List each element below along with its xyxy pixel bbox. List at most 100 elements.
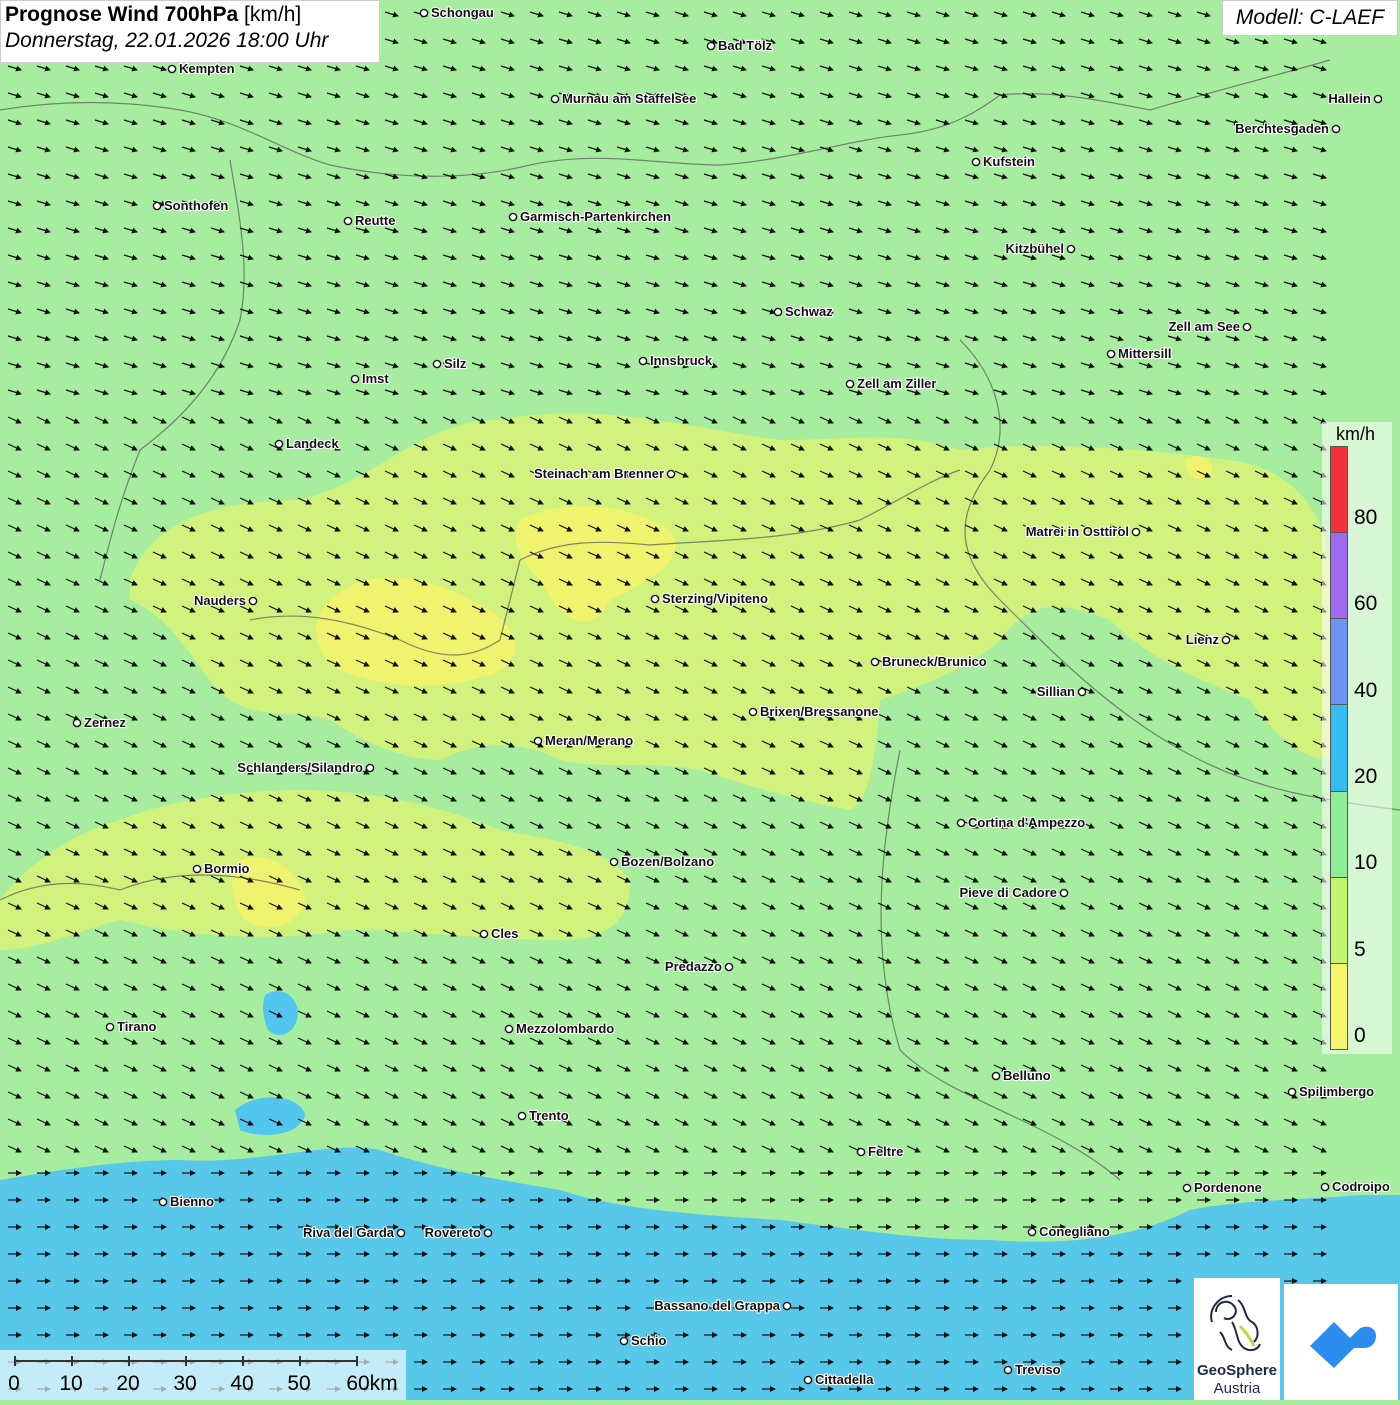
city-marker[interactable]: Codroipo	[1320, 1178, 1391, 1195]
city-dot	[870, 657, 880, 667]
city-marker[interactable]: Brixen/Bressanone	[748, 703, 880, 720]
city-dot	[1106, 349, 1116, 359]
city-dot	[638, 356, 648, 366]
city-marker[interactable]: Mezzolombardo	[504, 1020, 615, 1037]
city-label: Hallein	[1328, 91, 1371, 106]
city-marker[interactable]: Pieve di Cadore	[958, 884, 1069, 901]
city-label: Pieve di Cadore	[959, 885, 1057, 900]
city-label: Spilimbergo	[1299, 1084, 1374, 1099]
city-marker[interactable]: Conegliano	[1027, 1223, 1111, 1240]
city-marker[interactable]: Steinach am Brenner	[533, 465, 676, 482]
city-dot	[1059, 888, 1069, 898]
city-dot	[483, 1228, 493, 1238]
city-dot	[1331, 124, 1341, 134]
city-dot	[1182, 1183, 1192, 1193]
city-dot	[350, 374, 360, 384]
city-label: Riva del Garda	[303, 1225, 395, 1240]
city-marker[interactable]: Bassano del Grappa	[653, 1297, 792, 1314]
map-title-box: Prognose Wind 700hPa [km/h] Donnerstag, …	[0, 0, 380, 63]
city-dot	[274, 439, 284, 449]
city-marker[interactable]: Murnau am Staffelsee	[550, 90, 697, 107]
logo-line1: GeoSphere	[1196, 1362, 1278, 1379]
city-label: Tirano	[117, 1019, 157, 1034]
city-dot	[706, 41, 716, 51]
city-dot	[619, 1336, 629, 1346]
city-marker[interactable]: Bruneck/Brunico	[870, 653, 988, 670]
city-dot	[1077, 687, 1087, 697]
city-label: Bad Tölz	[718, 38, 773, 53]
map-title: Prognose Wind 700hPa [km/h]	[5, 3, 302, 26]
city-label: Cles	[491, 926, 518, 941]
city-label: Zell am See	[1168, 319, 1240, 334]
city-label: Kempten	[179, 61, 235, 76]
city-marker[interactable]: Bad Tölz	[706, 37, 774, 54]
city-dot	[1242, 322, 1252, 332]
city-dot	[432, 359, 442, 369]
city-marker[interactable]: Cortina d'Ampezzo	[956, 814, 1086, 831]
scale-label: 0	[8, 1372, 20, 1395]
city-marker[interactable]: Schongau	[419, 4, 495, 21]
city-marker[interactable]: Kempten	[167, 60, 236, 77]
scale-tick	[242, 1356, 244, 1366]
cloud-arrow-icon	[1310, 1322, 1376, 1368]
city-dot	[343, 216, 353, 226]
scale-label: 30	[173, 1372, 197, 1395]
city-label: Schlanders/Silandro	[237, 760, 363, 775]
city-marker[interactable]: Sterzing/Vipiteno	[650, 590, 769, 607]
city-dot	[782, 1301, 792, 1311]
city-dot	[479, 929, 489, 939]
city-dot	[396, 1228, 406, 1238]
legend-tick-10: 10	[1354, 851, 1378, 874]
city-dot	[192, 864, 202, 874]
city-dot	[167, 64, 177, 74]
city-label: Schwaz	[785, 304, 833, 319]
geosphere-logo[interactable]: GeoSphere Austria	[1194, 1278, 1280, 1400]
city-dot	[72, 718, 82, 728]
city-marker[interactable]: Zell am See	[1167, 318, 1252, 335]
legend-tick-20: 20	[1354, 765, 1378, 788]
weather-app-logo[interactable]	[1284, 1284, 1398, 1400]
city-marker[interactable]: Berchtesgaden	[1234, 120, 1341, 137]
city-marker[interactable]: Sonthofen	[152, 197, 229, 214]
city-marker[interactable]: Cittadella	[803, 1371, 875, 1388]
city-marker[interactable]: Innsbruck	[638, 352, 714, 369]
city-dot	[517, 1111, 527, 1121]
city-dot	[105, 1022, 115, 1032]
scale-tick	[14, 1356, 16, 1366]
city-dot	[550, 94, 560, 104]
city-label: Pordenone	[1194, 1180, 1262, 1195]
city-label: Feltre	[868, 1144, 903, 1159]
scale-bar: 0 10 20 30 40 50 60km	[0, 1350, 406, 1400]
legend-seg-5	[1331, 877, 1347, 964]
city-marker[interactable]: Zell am Ziller	[845, 375, 938, 392]
city-dot	[158, 1197, 168, 1207]
city-label: Bassano del Grappa	[654, 1298, 780, 1313]
color-legend: km/h 80 60 40 20 10 5 0	[1322, 422, 1392, 1054]
city-label: Meran/Merano	[545, 733, 633, 748]
city-marker[interactable]: Spilimbergo	[1287, 1083, 1375, 1100]
legend-tick-0: 0	[1354, 1024, 1366, 1047]
city-marker[interactable]: Schlanders/Silandro	[236, 759, 375, 776]
logo-line2: Austria	[1213, 1380, 1261, 1397]
legend-tick-80: 80	[1354, 506, 1378, 529]
city-marker[interactable]: Matrei in Osttirol	[1025, 523, 1141, 540]
model-label: Modell: C-LAEF	[1222, 0, 1398, 36]
city-label: Zell am Ziller	[857, 376, 936, 391]
city-marker[interactable]: Landeck	[274, 435, 341, 452]
city-marker[interactable]: Pordenone	[1182, 1179, 1263, 1196]
city-label: Bruneck/Brunico	[882, 654, 987, 669]
city-dot	[504, 1024, 514, 1034]
city-dot	[508, 212, 518, 222]
city-marker[interactable]: Meran/Merano	[533, 732, 634, 749]
city-marker[interactable]: Garmisch-Partenkirchen	[508, 208, 672, 225]
city-marker[interactable]: Bozen/Bolzano	[609, 853, 715, 870]
city-label: Mezzolombardo	[516, 1021, 614, 1036]
city-dot	[1027, 1227, 1037, 1237]
city-label: Mittersill	[1118, 346, 1171, 361]
wind-map[interactable]: Schongau Bad Tölz Kempten Murnau am Staffel…	[0, 0, 1400, 1400]
city-marker[interactable]: Riva del Garda	[302, 1224, 406, 1241]
legend-seg-40	[1331, 619, 1347, 706]
legend-tick-60: 60	[1354, 592, 1378, 615]
city-label: Bormio	[204, 861, 250, 876]
city-label: Brixen/Bressanone	[760, 704, 879, 719]
